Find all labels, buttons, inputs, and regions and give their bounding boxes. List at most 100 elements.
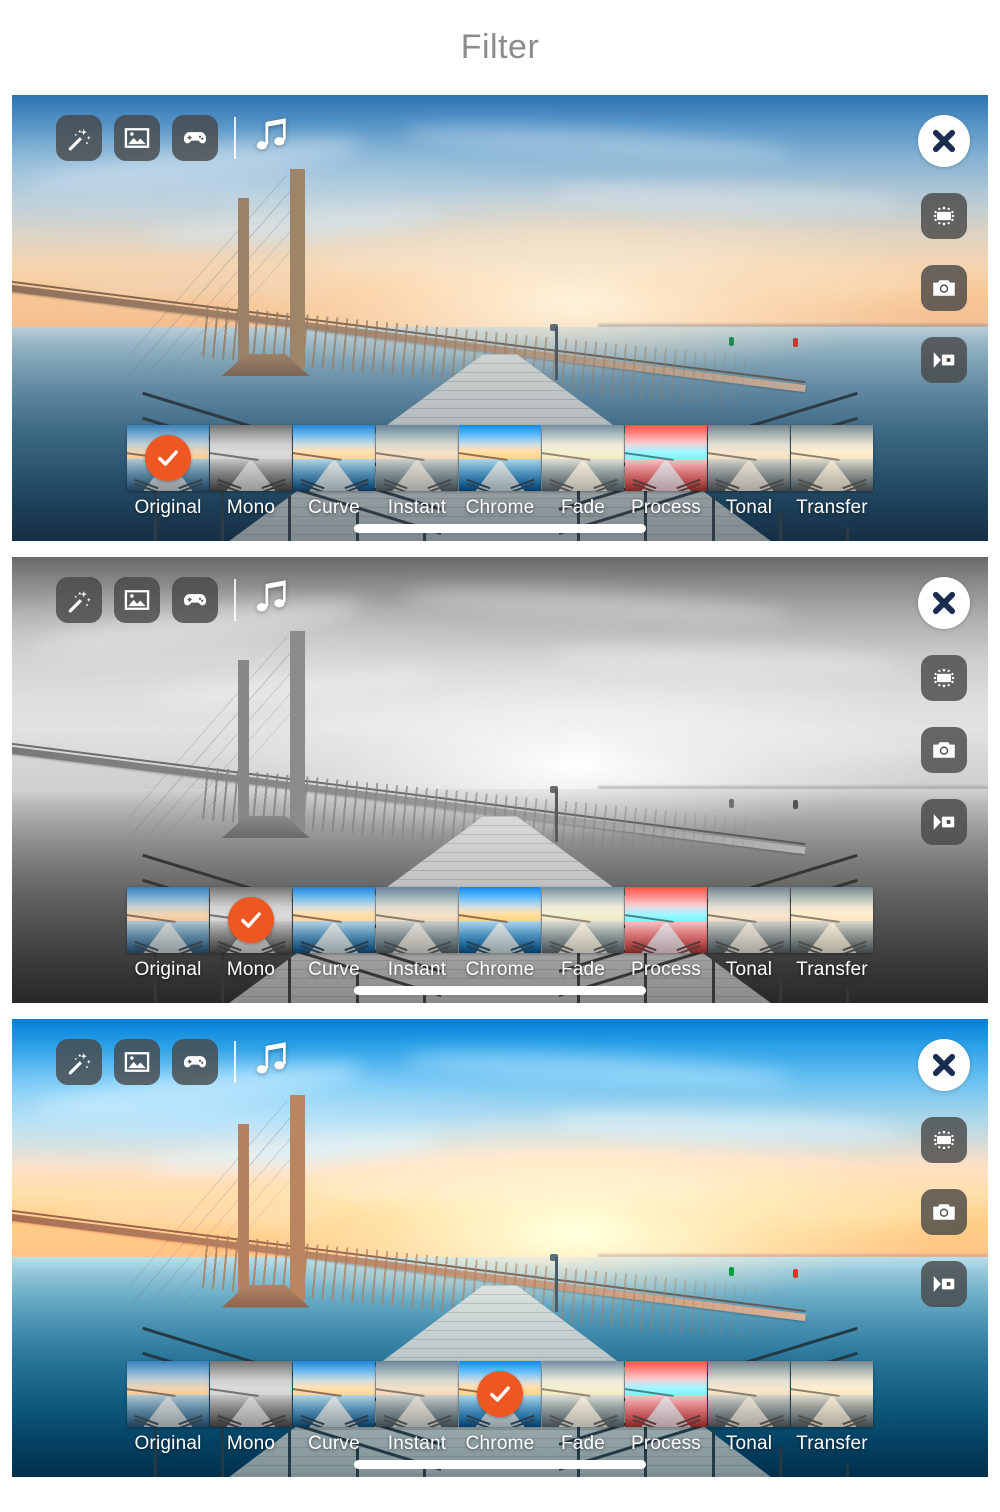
filter-strip[interactable]: Original Mono Curve Instant Chrome Fade Proces… [12, 887, 988, 981]
filter-item-original[interactable]: Original [127, 1361, 209, 1455]
filter-label: Curve [308, 1433, 360, 1454]
filter-label: Original [134, 1433, 202, 1454]
filter-thumbnail[interactable] [542, 1361, 624, 1427]
filter-thumbnail[interactable] [376, 425, 458, 491]
home-indicator[interactable] [354, 986, 646, 995]
filter-item-process[interactable]: Process [625, 1361, 707, 1455]
filter-thumbnail[interactable] [459, 1361, 541, 1427]
right-toolbar [918, 1039, 970, 1307]
camera-icon[interactable] [921, 1189, 967, 1235]
filter-label: Transfer [796, 1433, 868, 1454]
filter-item-tonal[interactable]: Tonal [708, 425, 790, 519]
filter-thumbnail[interactable] [708, 425, 790, 491]
camera-icon[interactable] [921, 727, 967, 773]
filter-thumbnail[interactable] [127, 425, 209, 491]
filter-thumbnail[interactable] [625, 887, 707, 953]
home-indicator[interactable] [354, 1460, 646, 1469]
filter-thumbnail[interactable] [791, 425, 873, 491]
game-controller-icon[interactable] [172, 115, 218, 161]
photo-image-icon[interactable] [114, 1039, 160, 1085]
filter-thumbnail-image [376, 425, 458, 491]
camera-icon[interactable] [921, 265, 967, 311]
filter-thumbnail[interactable] [791, 1361, 873, 1427]
filter-item-chrome[interactable]: Chrome [459, 887, 541, 981]
magic-wand-icon[interactable] [56, 115, 102, 161]
music-note-icon[interactable] [252, 1040, 292, 1085]
filter-item-fade[interactable]: Fade [542, 1361, 624, 1455]
filter-thumbnail[interactable] [376, 887, 458, 953]
filter-selected-check-icon [145, 435, 191, 481]
filter-thumbnail-image [791, 1361, 873, 1427]
filter-thumbnail-image [293, 887, 375, 953]
filter-item-original[interactable]: Original [127, 887, 209, 981]
filter-item-mono[interactable]: Mono [210, 425, 292, 519]
filter-label: Fade [560, 959, 606, 980]
filter-thumbnail[interactable] [376, 1361, 458, 1427]
close-x-icon[interactable] [918, 1039, 970, 1091]
filter-thumbnail[interactable] [127, 1361, 209, 1427]
filter-thumbnail[interactable] [210, 425, 292, 491]
magic-wand-icon[interactable] [56, 1039, 102, 1085]
preview-panel: Original Mono Curve Instant Chrome Fade Proces… [12, 1019, 988, 1477]
filter-item-instant[interactable]: Instant [376, 1361, 458, 1455]
filter-label: Curve [308, 497, 360, 518]
magic-wand-icon[interactable] [56, 577, 102, 623]
filter-thumbnail[interactable] [542, 425, 624, 491]
filter-item-curve[interactable]: Curve [293, 425, 375, 519]
filter-strip[interactable]: Original Mono Curve Instant Chrome Fade Proces… [12, 425, 988, 519]
photo-image-icon[interactable] [114, 115, 160, 161]
video-camera-icon[interactable] [921, 799, 967, 845]
filter-item-chrome[interactable]: Chrome [459, 425, 541, 519]
filter-item-tonal[interactable]: Tonal [708, 887, 790, 981]
filter-thumbnail[interactable] [542, 887, 624, 953]
game-controller-icon[interactable] [172, 577, 218, 623]
filter-thumbnail[interactable] [625, 425, 707, 491]
music-note-icon[interactable] [252, 578, 292, 623]
filter-thumbnail[interactable] [459, 425, 541, 491]
filter-item-process[interactable]: Process [625, 425, 707, 519]
filter-item-process[interactable]: Process [625, 887, 707, 981]
filter-item-transfer[interactable]: Transfer [791, 425, 873, 519]
filter-strip[interactable]: Original Mono Curve Instant Chrome Fade Proces… [12, 1361, 988, 1455]
filter-thumbnail[interactable] [791, 887, 873, 953]
filter-label: Fade [560, 1433, 606, 1454]
filter-thumbnail-image [293, 1361, 375, 1427]
filter-thumbnail[interactable] [625, 1361, 707, 1427]
video-camera-icon[interactable] [921, 337, 967, 383]
filter-item-mono[interactable]: Mono [210, 1361, 292, 1455]
rotate-frame-icon[interactable] [921, 1117, 967, 1163]
home-indicator[interactable] [354, 524, 646, 533]
filter-thumbnail[interactable] [127, 887, 209, 953]
filter-thumbnail[interactable] [293, 425, 375, 491]
filter-item-fade[interactable]: Fade [542, 887, 624, 981]
filter-thumbnail-image [210, 425, 292, 491]
filter-thumbnail[interactable] [293, 1361, 375, 1427]
filter-item-mono[interactable]: Mono [210, 887, 292, 981]
filter-thumbnail-image [542, 425, 624, 491]
video-camera-icon[interactable] [921, 1261, 967, 1307]
filter-item-instant[interactable]: Instant [376, 887, 458, 981]
filter-item-original[interactable]: Original [127, 425, 209, 519]
filter-item-instant[interactable]: Instant [376, 425, 458, 519]
filter-thumbnail[interactable] [210, 887, 292, 953]
close-x-icon[interactable] [918, 115, 970, 167]
filter-thumbnail[interactable] [708, 887, 790, 953]
photo-image-icon[interactable] [114, 577, 160, 623]
filter-item-fade[interactable]: Fade [542, 425, 624, 519]
close-x-icon[interactable] [918, 577, 970, 629]
filter-thumbnail[interactable] [293, 887, 375, 953]
filter-item-curve[interactable]: Curve [293, 887, 375, 981]
filter-item-transfer[interactable]: Transfer [791, 887, 873, 981]
filter-thumbnail[interactable] [708, 1361, 790, 1427]
rotate-frame-icon[interactable] [921, 193, 967, 239]
filter-thumbnail[interactable] [210, 1361, 292, 1427]
filter-thumbnail-image [625, 425, 707, 491]
music-note-icon[interactable] [252, 116, 292, 161]
filter-thumbnail[interactable] [459, 887, 541, 953]
game-controller-icon[interactable] [172, 1039, 218, 1085]
filter-item-curve[interactable]: Curve [293, 1361, 375, 1455]
filter-item-transfer[interactable]: Transfer [791, 1361, 873, 1455]
filter-item-tonal[interactable]: Tonal [708, 1361, 790, 1455]
rotate-frame-icon[interactable] [921, 655, 967, 701]
filter-item-chrome[interactable]: Chrome [459, 1361, 541, 1455]
